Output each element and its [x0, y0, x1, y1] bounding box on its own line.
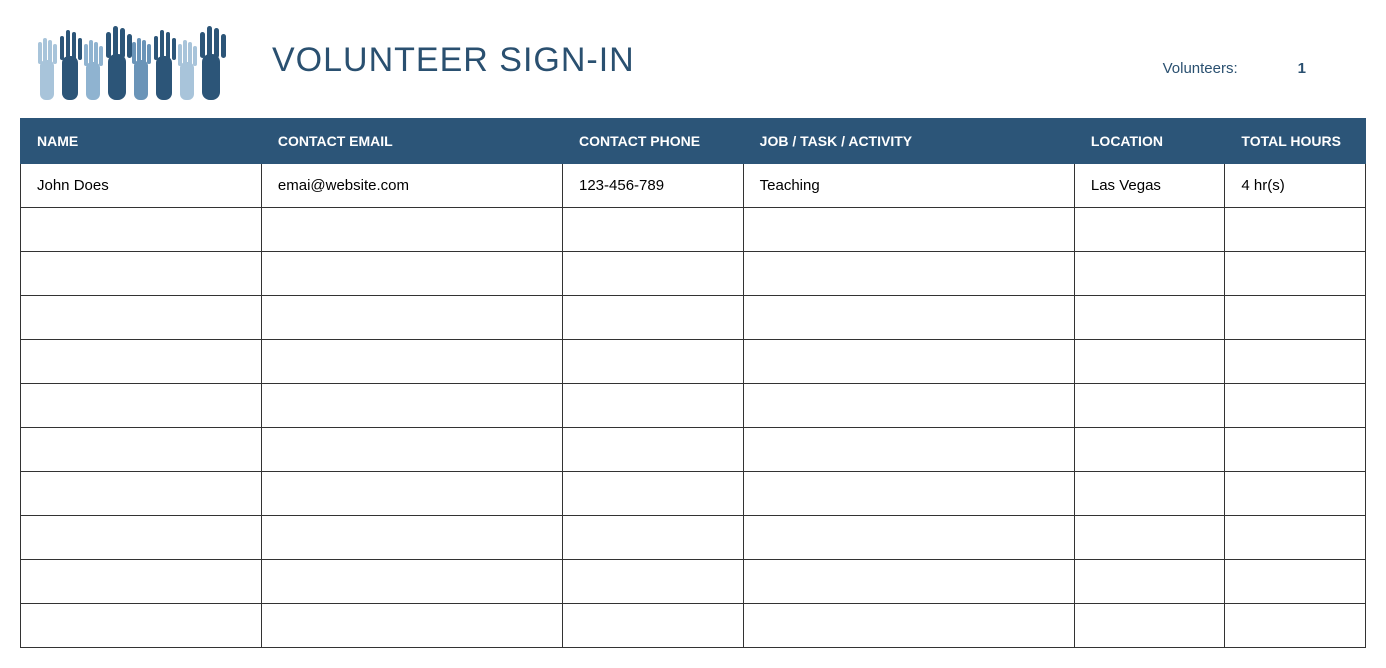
col-header-email: CONTACT EMAIL — [261, 119, 562, 164]
table-row — [21, 516, 1366, 560]
cell-email[interactable] — [261, 516, 562, 560]
table-row — [21, 560, 1366, 604]
cell-email[interactable] — [261, 472, 562, 516]
cell-name[interactable] — [21, 472, 262, 516]
cell-location[interactable] — [1074, 384, 1225, 428]
cell-job[interactable] — [743, 604, 1074, 648]
table-row — [21, 384, 1366, 428]
cell-phone[interactable] — [563, 604, 744, 648]
cell-email[interactable] — [261, 560, 562, 604]
cell-location[interactable]: Las Vegas — [1074, 164, 1225, 208]
cell-hours[interactable] — [1225, 604, 1366, 648]
cell-job[interactable] — [743, 296, 1074, 340]
cell-location[interactable] — [1074, 296, 1225, 340]
cell-phone[interactable]: 123-456-789 — [563, 164, 744, 208]
cell-job[interactable] — [743, 340, 1074, 384]
cell-hours[interactable] — [1225, 340, 1366, 384]
cell-name[interactable] — [21, 604, 262, 648]
cell-name[interactable] — [21, 252, 262, 296]
volunteers-count: Volunteers: 1 — [1163, 60, 1306, 77]
col-header-job: JOB / TASK / ACTIVITY — [743, 119, 1074, 164]
cell-job[interactable] — [743, 208, 1074, 252]
cell-phone[interactable] — [563, 560, 744, 604]
cell-email[interactable] — [261, 252, 562, 296]
cell-phone[interactable] — [563, 384, 744, 428]
col-header-name: NAME — [21, 119, 262, 164]
cell-hours[interactable] — [1225, 560, 1366, 604]
cell-hours[interactable] — [1225, 384, 1366, 428]
cell-hours[interactable] — [1225, 516, 1366, 560]
volunteers-label: Volunteers: — [1163, 60, 1238, 77]
cell-location[interactable] — [1074, 252, 1225, 296]
table-row — [21, 340, 1366, 384]
cell-location[interactable] — [1074, 472, 1225, 516]
cell-email[interactable] — [261, 296, 562, 340]
cell-name[interactable] — [21, 516, 262, 560]
table-row — [21, 428, 1366, 472]
cell-email[interactable] — [261, 428, 562, 472]
cell-location[interactable] — [1074, 428, 1225, 472]
cell-phone[interactable] — [563, 472, 744, 516]
cell-job[interactable] — [743, 560, 1074, 604]
table-row: John Doesemai@website.com123-456-789Teac… — [21, 164, 1366, 208]
cell-job[interactable]: Teaching — [743, 164, 1074, 208]
cell-email[interactable] — [261, 604, 562, 648]
col-header-phone: CONTACT PHONE — [563, 119, 744, 164]
cell-job[interactable] — [743, 252, 1074, 296]
cell-name[interactable] — [21, 208, 262, 252]
header: VOLUNTEER SIGN-IN Volunteers: 1 — [20, 20, 1366, 100]
cell-name[interactable] — [21, 340, 262, 384]
table-row — [21, 252, 1366, 296]
cell-name[interactable] — [21, 428, 262, 472]
cell-location[interactable] — [1074, 208, 1225, 252]
volunteers-value: 1 — [1298, 60, 1306, 77]
cell-job[interactable] — [743, 384, 1074, 428]
cell-location[interactable] — [1074, 604, 1225, 648]
cell-name[interactable]: John Does — [21, 164, 262, 208]
cell-job[interactable] — [743, 428, 1074, 472]
cell-email[interactable] — [261, 208, 562, 252]
table-row — [21, 208, 1366, 252]
cell-location[interactable] — [1074, 340, 1225, 384]
hands-logo-icon — [32, 20, 232, 100]
page-title: VOLUNTEER SIGN-IN — [272, 41, 635, 80]
col-header-hours: TOTAL HOURS — [1225, 119, 1366, 164]
cell-phone[interactable] — [563, 208, 744, 252]
cell-location[interactable] — [1074, 516, 1225, 560]
signin-table: NAME CONTACT EMAIL CONTACT PHONE JOB / T… — [20, 118, 1366, 648]
cell-name[interactable] — [21, 384, 262, 428]
cell-email[interactable]: emai@website.com — [261, 164, 562, 208]
table-header-row: NAME CONTACT EMAIL CONTACT PHONE JOB / T… — [21, 119, 1366, 164]
cell-hours[interactable] — [1225, 252, 1366, 296]
cell-phone[interactable] — [563, 428, 744, 472]
table-row — [21, 604, 1366, 648]
cell-location[interactable] — [1074, 560, 1225, 604]
cell-hours[interactable] — [1225, 208, 1366, 252]
col-header-location: LOCATION — [1074, 119, 1225, 164]
cell-job[interactable] — [743, 516, 1074, 560]
cell-phone[interactable] — [563, 340, 744, 384]
cell-hours[interactable]: 4 hr(s) — [1225, 164, 1366, 208]
cell-email[interactable] — [261, 384, 562, 428]
cell-name[interactable] — [21, 560, 262, 604]
cell-hours[interactable] — [1225, 428, 1366, 472]
cell-name[interactable] — [21, 296, 262, 340]
table-row — [21, 296, 1366, 340]
cell-hours[interactable] — [1225, 296, 1366, 340]
cell-phone[interactable] — [563, 296, 744, 340]
cell-email[interactable] — [261, 340, 562, 384]
cell-phone[interactable] — [563, 252, 744, 296]
table-row — [21, 472, 1366, 516]
cell-hours[interactable] — [1225, 472, 1366, 516]
cell-phone[interactable] — [563, 516, 744, 560]
cell-job[interactable] — [743, 472, 1074, 516]
